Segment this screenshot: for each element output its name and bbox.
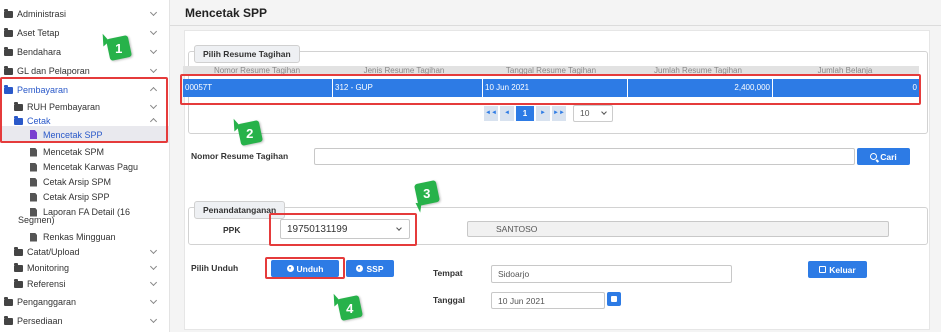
search-label: Nomor Resume Tagihan [191, 151, 289, 161]
page-size-select[interactable]: 10 [573, 104, 613, 122]
sidebar-item-bendahara[interactable]: Bendahara [0, 43, 170, 61]
annotation-number: 4 [346, 300, 354, 316]
annotation-number: 2 [246, 125, 254, 141]
folder-icon [4, 27, 13, 37]
ssp-button[interactable]: SSP [346, 260, 394, 277]
prev-page-button[interactable]: ◄ [499, 104, 515, 122]
tanggal-input[interactable]: 10 Jun 2021 [491, 292, 605, 309]
tanggal-label: Tanggal [433, 295, 465, 305]
chevron-down-icon [149, 65, 158, 74]
search-button-label: Cari [880, 151, 897, 162]
sidebar-item-label: Referensi [27, 279, 66, 289]
divider [170, 25, 941, 26]
folder-icon [4, 315, 13, 325]
sidebar-item-label: Aset Tetap [17, 28, 60, 38]
document-icon [30, 192, 37, 202]
pilih-unduh-label: Pilih Unduh [191, 263, 239, 273]
sidebar-item-administrasi[interactable]: Administrasi [0, 5, 170, 23]
folder-icon [4, 65, 13, 75]
chevron-down-icon [149, 8, 158, 17]
sidebar-item-label: Persediaan [17, 316, 63, 326]
chevron-down-icon [149, 27, 158, 36]
highlight-box-ppk [269, 213, 417, 246]
main-content: Mencetak SPP Pilih Resume Tagihan Nomor … [170, 0, 941, 332]
sidebar-item-label: Administrasi [17, 9, 67, 19]
calendar-button[interactable] [607, 292, 621, 306]
pager: ◄◄ ◄ 1 ► ►► 10 [483, 104, 613, 122]
app-window: Administrasi Aset Tetap Bendahara GL dan… [0, 0, 941, 332]
document-icon [30, 147, 37, 157]
chevron-down-icon [149, 315, 158, 324]
exit-icon [819, 266, 827, 273]
chevron-down-icon [149, 296, 158, 305]
sidebar-item-aset-tetap[interactable]: Aset Tetap [0, 24, 170, 42]
page-1-button[interactable]: 1 [515, 104, 535, 122]
tempat-input[interactable]: Sidoarjo [491, 265, 732, 283]
chevron-down-icon [149, 278, 158, 287]
sidebar-item-label: Penganggaran [17, 297, 77, 307]
annotation-badge-1: 1 [105, 34, 133, 62]
sidebar-item-label: Bendahara [17, 47, 62, 57]
sidebar-item-label: Renkas Mingguan [43, 232, 116, 242]
folder-icon [4, 46, 13, 56]
folder-icon [14, 278, 23, 288]
sidebar-item-laporan-fa-detail-cont: Segmen) [0, 214, 170, 226]
chevron-down-icon [601, 109, 607, 115]
highlight-box-table-row [180, 74, 921, 105]
first-page-button[interactable]: ◄◄ [483, 104, 499, 122]
sidebar-item-label: Segmen) [18, 215, 55, 225]
annotation-badge-2: 2 [236, 119, 264, 147]
folder-icon [14, 262, 23, 272]
page-title: Mencetak SPP [185, 6, 268, 20]
sidebar-item-label: Cetak Arsip SPM [43, 177, 112, 187]
keluar-button-label: Keluar [829, 264, 856, 275]
highlight-box-unduh [265, 257, 345, 279]
document-icon [30, 162, 37, 172]
tempat-label: Tempat [433, 268, 463, 278]
folder-icon [14, 246, 23, 256]
sidebar-item-label: Monitoring [27, 263, 70, 273]
sidebar-item-label: Catat/Upload [27, 247, 80, 257]
sidebar-item-referensi[interactable]: Referensi [0, 275, 170, 293]
annotation-number: 1 [115, 40, 123, 56]
search-input[interactable] [314, 148, 855, 165]
sidebar: Administrasi Aset Tetap Bendahara GL dan… [0, 0, 170, 332]
search-button[interactable]: Cari [857, 148, 910, 165]
sidebar-item-persediaan[interactable]: Persediaan [0, 312, 170, 330]
sidebar-item-label: Mencetak SPM [43, 147, 105, 157]
ppk-name-field: SANTOSO [467, 221, 889, 237]
next-page-button[interactable]: ► [535, 104, 551, 122]
chevron-down-icon [149, 46, 158, 55]
resume-legend: Pilih Resume Tagihan [194, 45, 300, 63]
chevron-down-icon [149, 246, 158, 255]
annotation-number: 3 [423, 185, 431, 201]
ssp-button-label: SSP [366, 263, 384, 274]
annotation-badge-3: 3 [413, 179, 441, 207]
folder-icon [4, 8, 13, 18]
sidebar-item-label: Cetak Arsip SPP [43, 192, 110, 202]
chevron-down-icon [149, 262, 158, 271]
sidebar-item-label: Mencetak Karwas Pagu [43, 162, 139, 172]
last-page-button[interactable]: ►► [551, 104, 567, 122]
ppk-label: PPK [223, 225, 241, 235]
folder-icon [4, 296, 13, 306]
sidebar-item-penganggaran[interactable]: Penganggaran [0, 293, 170, 311]
search-icon [870, 153, 878, 160]
calendar-icon [611, 296, 617, 302]
annotation-badge-4: 4 [336, 294, 364, 322]
sidebar-item-label: GL dan Pelaporan [17, 66, 90, 76]
document-icon [30, 232, 37, 242]
document-icon [30, 177, 37, 187]
keluar-button[interactable]: Keluar [808, 261, 867, 278]
highlight-box-sidebar [0, 77, 168, 143]
page-size-value: 10 [580, 108, 590, 118]
download-icon [356, 265, 364, 272]
